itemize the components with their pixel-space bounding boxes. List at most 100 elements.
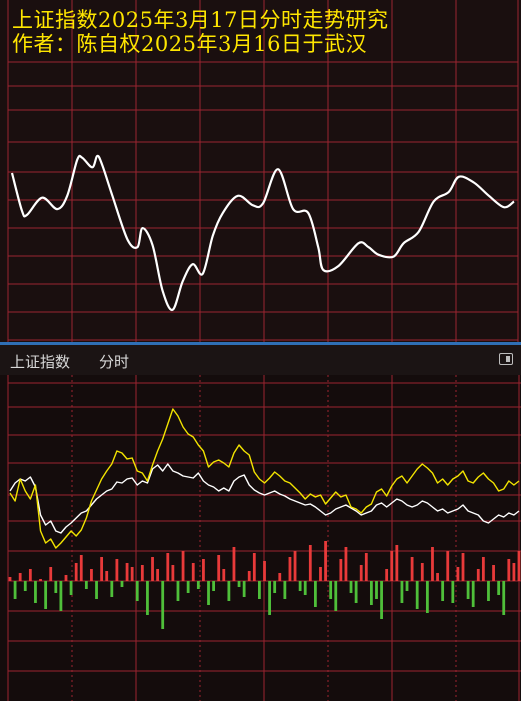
volume-bar-down [329, 581, 333, 599]
volume-bar-up [364, 553, 368, 581]
volume-bar-up [156, 569, 160, 581]
volume-bar-down [186, 581, 190, 593]
volume-bar-up [359, 565, 363, 581]
volume-bar-down [84, 581, 88, 589]
volume-bar-down [400, 581, 404, 603]
volume-bar-down [146, 581, 149, 615]
volume-bar-up [308, 545, 312, 581]
intraday-chart-panel: 上证指数 分时 [0, 345, 521, 701]
volume-bar-up [79, 555, 83, 581]
volume-bar-down [380, 581, 383, 619]
volume-bar-down [54, 581, 58, 593]
chart-title-line2: 作者：陈自权2025年3月16日于武汉 [12, 32, 368, 56]
volume-bar-up [151, 557, 154, 581]
volume-bar-up [446, 551, 450, 581]
volume-bar-down [258, 581, 261, 599]
volume-bar-down [242, 581, 246, 597]
volume-bar-down [487, 581, 490, 601]
volume-bar-down [298, 581, 302, 591]
volume-bar-down [69, 581, 73, 595]
volume-bar-up [339, 559, 343, 581]
volume-bar-up [410, 557, 414, 581]
volume-bar-up [461, 553, 465, 581]
volume-bar-up [476, 569, 480, 581]
volume-bar-up [140, 565, 144, 581]
volume-bar-up [8, 577, 12, 581]
volume-bar-down [471, 581, 475, 607]
volume-bar-down [13, 581, 17, 599]
volume-bar-down [212, 581, 215, 591]
volume-bar-down [497, 581, 501, 595]
volume-bar-down [349, 581, 353, 593]
volume-bar-down [314, 581, 317, 607]
volume-bar-down [196, 581, 200, 589]
volume-bar-down [466, 581, 470, 599]
volume-bar-down [120, 581, 124, 587]
volume-bar-up [390, 551, 394, 581]
volume-bar-down [161, 581, 165, 629]
volume-bar-down [441, 581, 445, 601]
volume-bar-down [405, 581, 409, 591]
volume-bar-down [268, 581, 271, 615]
volume-bar-up [431, 547, 434, 581]
volume-bar-down [34, 581, 37, 603]
volume-bar-down [95, 581, 98, 599]
volume-bar-up [232, 547, 236, 581]
volume-bar-up [64, 575, 68, 581]
volume-bar-down [207, 581, 210, 605]
volume-bar-down [59, 581, 63, 611]
volume-bar-up [166, 553, 170, 581]
volume-bar-up [222, 569, 226, 581]
volume-bar-up [49, 567, 53, 581]
volume-bar-up [456, 567, 460, 581]
volume-bar-down [375, 581, 378, 599]
volume-bar-up [517, 551, 521, 581]
volume-bar-up [512, 563, 516, 581]
volume-bar-up [100, 557, 104, 581]
volume-bar-up [263, 561, 266, 581]
volume-bar-down [110, 581, 114, 597]
volume-bar-up [18, 573, 22, 581]
volume-bar-down [415, 581, 419, 609]
volume-bar-up [420, 563, 424, 581]
volume-bar-up [344, 547, 348, 581]
volume-bar-up [130, 567, 134, 581]
forecast-line [10, 154, 515, 311]
volume-bar-down [135, 581, 139, 601]
volume-bar-down [176, 581, 180, 601]
volume-bar-up [125, 563, 129, 581]
volume-bar-down [334, 581, 338, 611]
volume-bar-down [23, 581, 27, 591]
volume-bar-up [191, 563, 195, 581]
volume-bar-down [369, 581, 373, 605]
volume-bar-up [252, 553, 256, 581]
volume-bar-up [217, 555, 221, 581]
volume-bar-up [324, 541, 327, 581]
volume-bar-down [354, 581, 358, 603]
volume-bar-up [492, 565, 495, 581]
volume-bar-down [237, 581, 241, 587]
volume-bar-up [181, 551, 185, 581]
volume-bar-down [44, 581, 48, 609]
volume-bar-up [28, 569, 32, 581]
volume-bar-down [283, 581, 287, 599]
intraday-chart [7, 375, 521, 701]
volume-bar-down [451, 581, 455, 603]
volume-bar-up [115, 559, 119, 581]
volume-bar-up [507, 559, 511, 581]
forecast-chart-panel: 上证指数2025年3月17日分时走势研究 作者：陈自权2025年3月16日于武汉 [0, 0, 521, 342]
volume-bar-up [436, 573, 439, 581]
volume-bar-down [273, 581, 277, 593]
volume-bar-up [385, 569, 389, 581]
volume-bar-down [502, 581, 506, 615]
volume-bar-up [74, 563, 78, 581]
volume-bar-up [247, 571, 251, 581]
volume-bar-up [481, 557, 485, 581]
volume-bar-up [395, 545, 399, 581]
volume-bar-up [202, 559, 205, 581]
volume-bar-down [303, 581, 307, 595]
volume-bar-up [39, 579, 42, 581]
volume-bar-up [288, 557, 292, 581]
volume-bar-up [319, 567, 322, 581]
volume-bar-down [425, 581, 429, 613]
